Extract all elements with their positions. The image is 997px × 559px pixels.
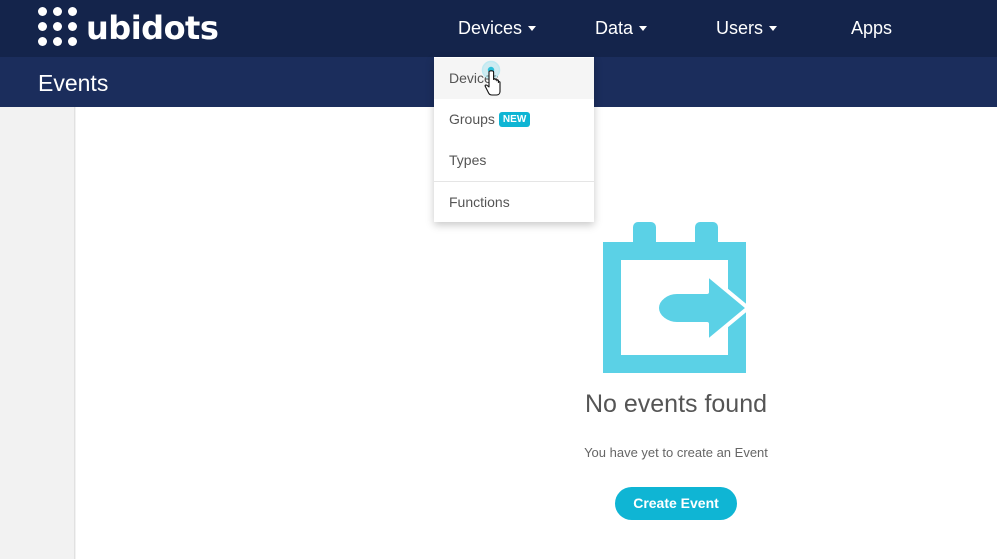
menu-item-types[interactable]: Types	[434, 140, 594, 181]
menu-item-label: Types	[449, 152, 487, 168]
menu-item-functions[interactable]: Functions	[434, 182, 594, 223]
menu-item-groups[interactable]: Groups NEW	[434, 99, 594, 140]
ubidots-logo[interactable]: ubidots	[38, 7, 219, 49]
top-navbar: ubidots Devices Data Users Apps	[0, 0, 997, 57]
hand-pointer-cursor-icon	[481, 60, 501, 96]
nav-users[interactable]: Users	[716, 0, 778, 57]
page-title: Events	[38, 70, 109, 96]
new-badge: NEW	[498, 111, 531, 127]
menu-item-label: Functions	[449, 194, 510, 210]
empty-state-subtitle: You have yet to create an Event	[584, 445, 768, 460]
nav-apps[interactable]: Apps	[851, 0, 892, 57]
create-event-button[interactable]: Create Event	[615, 487, 737, 520]
devices-dropdown-menu: Devices Groups NEW Types Functions	[434, 57, 594, 222]
nav-apps-label: Apps	[851, 18, 893, 38]
logo-dots-icon	[38, 7, 80, 49]
chevron-down-icon	[639, 25, 648, 31]
nav-devices[interactable]: Devices	[458, 0, 537, 57]
chevron-down-icon	[528, 25, 537, 31]
menu-item-label: Groups	[449, 111, 495, 127]
nav-data-label: Data	[595, 18, 634, 38]
nav-data[interactable]: Data	[595, 0, 648, 57]
empty-state-title: No events found	[584, 390, 768, 418]
nav-users-label: Users	[716, 18, 764, 38]
menu-item-devices[interactable]: Devices	[434, 58, 594, 99]
chevron-down-icon	[769, 25, 778, 31]
calendar-arrow-icon	[603, 222, 748, 373]
logo-text: ubidots	[86, 9, 219, 47]
left-sidebar	[0, 107, 75, 559]
nav-devices-label: Devices	[458, 18, 523, 38]
